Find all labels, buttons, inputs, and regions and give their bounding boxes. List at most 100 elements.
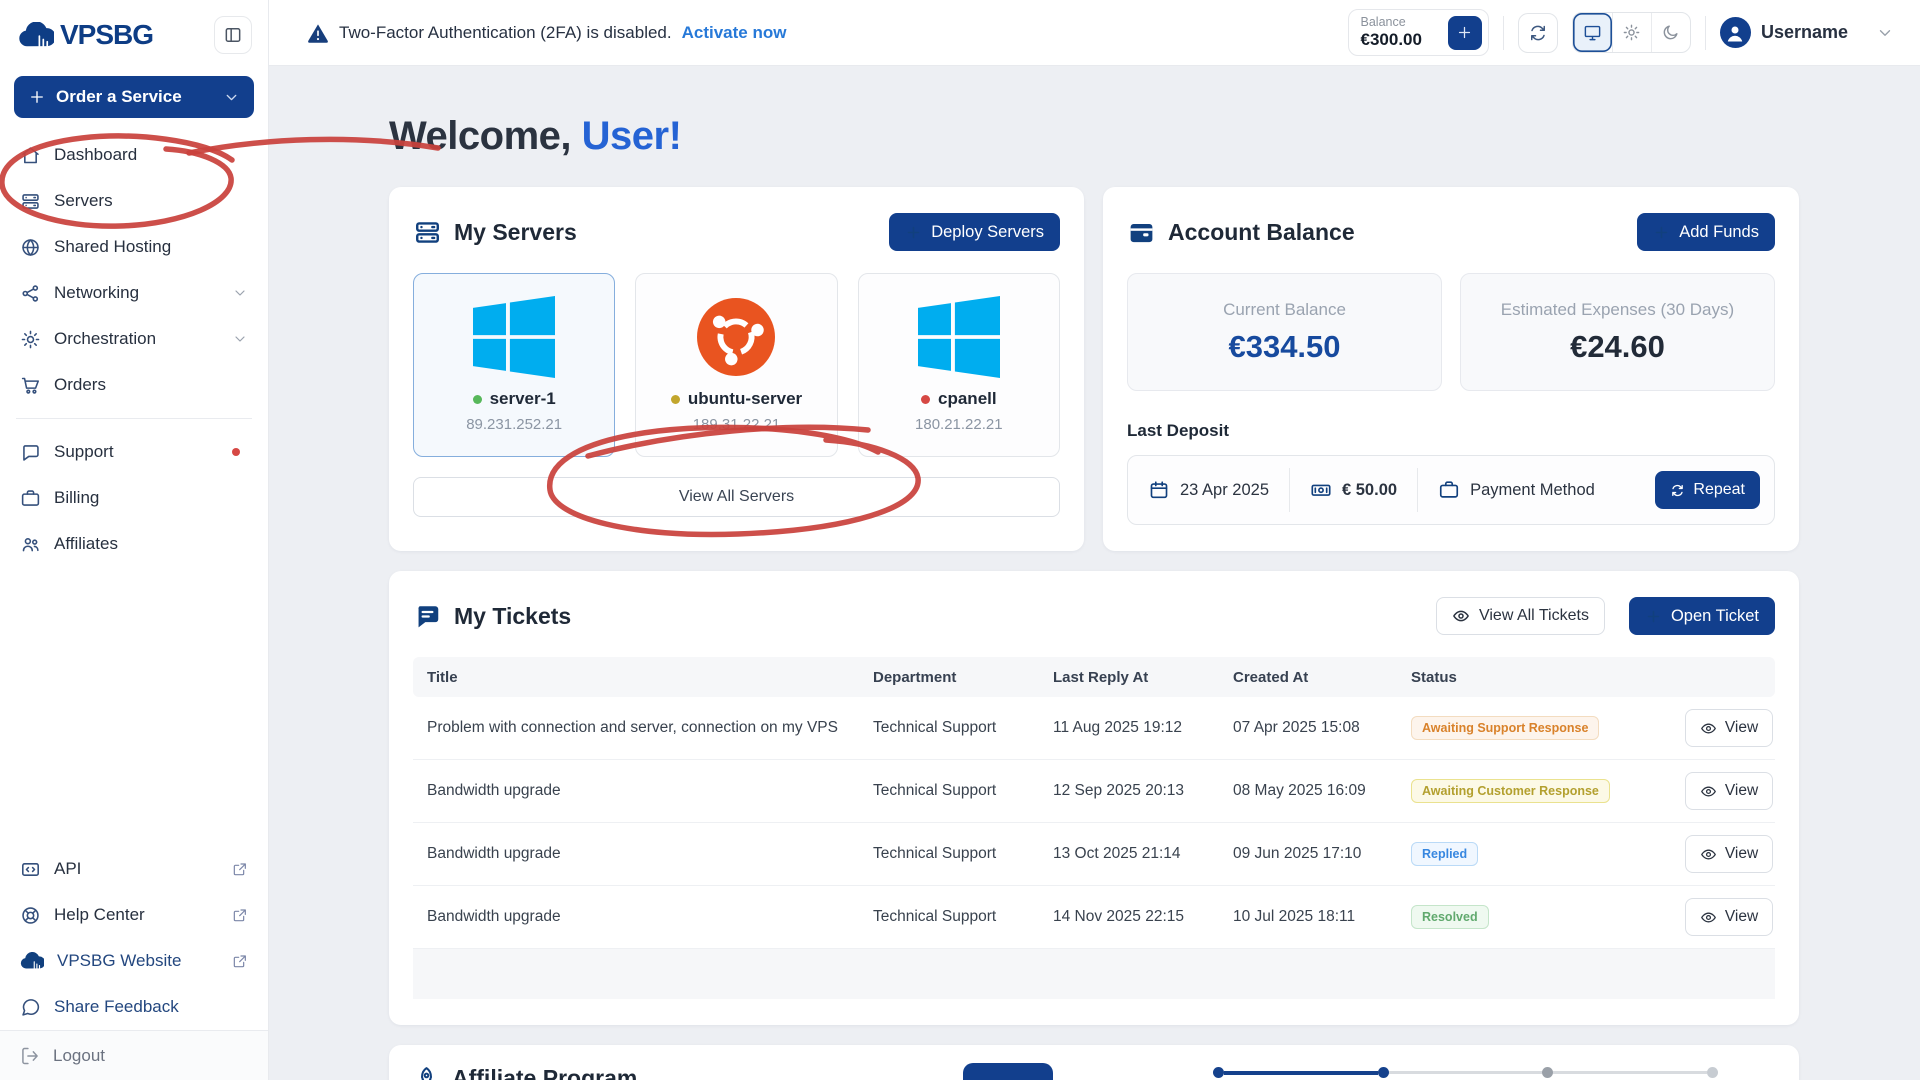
view-label: View <box>1725 719 1758 737</box>
sidebar-nav: Dashboard Servers Shared Hosting Network… <box>0 128 268 571</box>
col-title: Title <box>413 669 859 686</box>
theme-system-button[interactable] <box>1573 13 1612 52</box>
cloud-logo-icon <box>20 952 44 970</box>
banknote-icon <box>1310 479 1332 501</box>
step-line <box>1389 1071 1543 1074</box>
sidebar-item-label: VPSBG Website <box>57 951 181 971</box>
plus-icon <box>1456 24 1473 41</box>
status-badge: Resolved <box>1411 905 1489 929</box>
server-tile-cpanell[interactable]: cpanell 180.21.22.21 <box>858 273 1060 457</box>
sidebar-item-servers[interactable]: Servers <box>10 178 258 224</box>
affiliate-cta-button[interactable] <box>963 1063 1053 1080</box>
view-all-tickets-button[interactable]: View All Tickets <box>1436 597 1605 635</box>
sidebar: VPSBG Order a Service Dashboard Servers … <box>0 0 269 1080</box>
view-ticket-button[interactable]: View <box>1685 835 1773 873</box>
sidebar-item-support[interactable]: Support <box>10 429 258 475</box>
sidebar-item-label: Share Feedback <box>54 997 179 1017</box>
globe-icon <box>20 237 41 258</box>
sidebar-item-dashboard[interactable]: Dashboard <box>10 132 258 178</box>
add-balance-button[interactable] <box>1448 16 1482 50</box>
estimated-expenses-value: €24.60 <box>1570 329 1665 365</box>
current-balance-box: Current Balance €334.50 <box>1127 273 1442 391</box>
deploy-servers-label: Deploy Servers <box>931 223 1044 242</box>
refresh-button[interactable] <box>1518 13 1558 53</box>
sidebar-item-billing[interactable]: Billing <box>10 475 258 521</box>
sidebar-item-vpsbg-website[interactable]: VPSBG Website <box>10 938 258 984</box>
view-ticket-button[interactable]: View <box>1685 709 1773 747</box>
app-window: VPSBG Order a Service Dashboard Servers … <box>0 0 1920 1080</box>
server-tile-ubuntu-server[interactable]: ubuntu-server 189.31.22.21 <box>635 273 837 457</box>
server-name: server-1 <box>490 389 556 409</box>
view-ticket-button[interactable]: View <box>1685 898 1773 936</box>
view-ticket-button[interactable]: View <box>1685 772 1773 810</box>
deposit-date: 23 Apr 2025 <box>1128 479 1289 501</box>
refresh-icon <box>1528 23 1548 43</box>
theme-dark-button[interactable] <box>1651 13 1690 52</box>
theme-light-button[interactable] <box>1612 13 1651 52</box>
repeat-deposit-button[interactable]: Repeat <box>1655 471 1760 509</box>
external-link-icon <box>232 861 248 877</box>
refresh-icon <box>1670 483 1685 498</box>
step-dot <box>1213 1067 1224 1078</box>
eye-icon <box>1700 846 1717 863</box>
sidebar-item-label: Help Center <box>54 905 145 925</box>
open-ticket-button[interactable]: Open Ticket <box>1629 597 1775 635</box>
wallet-icon <box>1127 218 1156 247</box>
current-balance-value: €334.50 <box>1228 329 1340 365</box>
code-icon <box>20 859 41 880</box>
my-tickets-title: My Tickets <box>454 603 571 630</box>
ticket-department: Technical Support <box>859 845 1039 863</box>
col-department: Department <box>859 669 1039 686</box>
chevron-down-icon <box>223 89 240 106</box>
sidebar-item-networking[interactable]: Networking <box>10 270 258 316</box>
chat-icon <box>413 602 442 631</box>
balance-stats: Current Balance €334.50 Estimated Expens… <box>1127 273 1775 391</box>
sidebar-item-orders[interactable]: Orders <box>10 362 258 408</box>
ticket-created: 09 Jun 2025 17:10 <box>1219 845 1397 863</box>
sidebar-collapse-button[interactable] <box>214 16 252 54</box>
order-service-button[interactable]: Order a Service <box>14 76 254 118</box>
sidebar-item-help-center[interactable]: Help Center <box>10 892 258 938</box>
sidebar-header: VPSBG <box>0 0 268 60</box>
logout-button[interactable]: Logout <box>0 1030 268 1080</box>
sidebar-item-api[interactable]: API <box>10 846 258 892</box>
brand-logo[interactable]: VPSBG <box>18 19 153 51</box>
step-dot <box>1378 1067 1389 1078</box>
ticket-title: Bandwidth upgrade <box>413 845 859 863</box>
plus-icon <box>28 88 46 106</box>
sidebar-item-orchestration[interactable]: Orchestration <box>10 316 258 362</box>
sidebar-item-affiliates[interactable]: Affiliates <box>10 521 258 567</box>
ticket-last-reply: 13 Oct 2025 21:14 <box>1039 845 1219 863</box>
ticket-last-reply: 14 Nov 2025 22:15 <box>1039 908 1219 926</box>
sidebar-item-shared-hosting[interactable]: Shared Hosting <box>10 224 258 270</box>
welcome-username: User! <box>582 114 682 158</box>
sidebar-item-label: Orchestration <box>54 329 156 349</box>
ticket-department: Technical Support <box>859 782 1039 800</box>
ticket-row: Bandwidth upgrade Technical Support 12 S… <box>413 760 1775 823</box>
view-all-servers-button[interactable]: View All Servers <box>413 477 1060 517</box>
logout-label: Logout <box>53 1046 105 1066</box>
server-icon <box>20 191 41 212</box>
status-badge: Awaiting Customer Response <box>1411 779 1610 803</box>
windows-logo-icon <box>916 296 1002 378</box>
external-link-icon <box>232 907 248 923</box>
order-service-label: Order a Service <box>56 87 182 107</box>
view-label: View <box>1725 908 1758 926</box>
user-menu[interactable]: Username <box>1720 17 1894 48</box>
add-funds-button[interactable]: Add Funds <box>1637 213 1775 251</box>
top-cards-row: My Servers Deploy Servers server-1 <box>389 187 1799 551</box>
sidebar-item-share-feedback[interactable]: Share Feedback <box>10 984 258 1030</box>
affiliate-program-card: Affiliate Program <box>389 1045 1799 1080</box>
sidebar-item-label: Dashboard <box>54 145 137 165</box>
server-tile-server-1[interactable]: server-1 89.231.252.21 <box>413 273 615 457</box>
topbar-divider <box>1503 16 1504 50</box>
deploy-servers-button[interactable]: Deploy Servers <box>889 213 1060 251</box>
main-area: Two-Factor Authentication (2FA) is disab… <box>269 0 1920 1080</box>
ticket-row: Bandwidth upgrade Technical Support 14 N… <box>413 886 1775 949</box>
server-name: ubuntu-server <box>688 389 802 409</box>
col-created: Created At <box>1219 669 1397 686</box>
nav-divider <box>16 418 252 419</box>
status-dot <box>473 395 482 404</box>
brand-name: VPSBG <box>60 19 153 51</box>
activate-now-link[interactable]: Activate now <box>682 23 787 43</box>
